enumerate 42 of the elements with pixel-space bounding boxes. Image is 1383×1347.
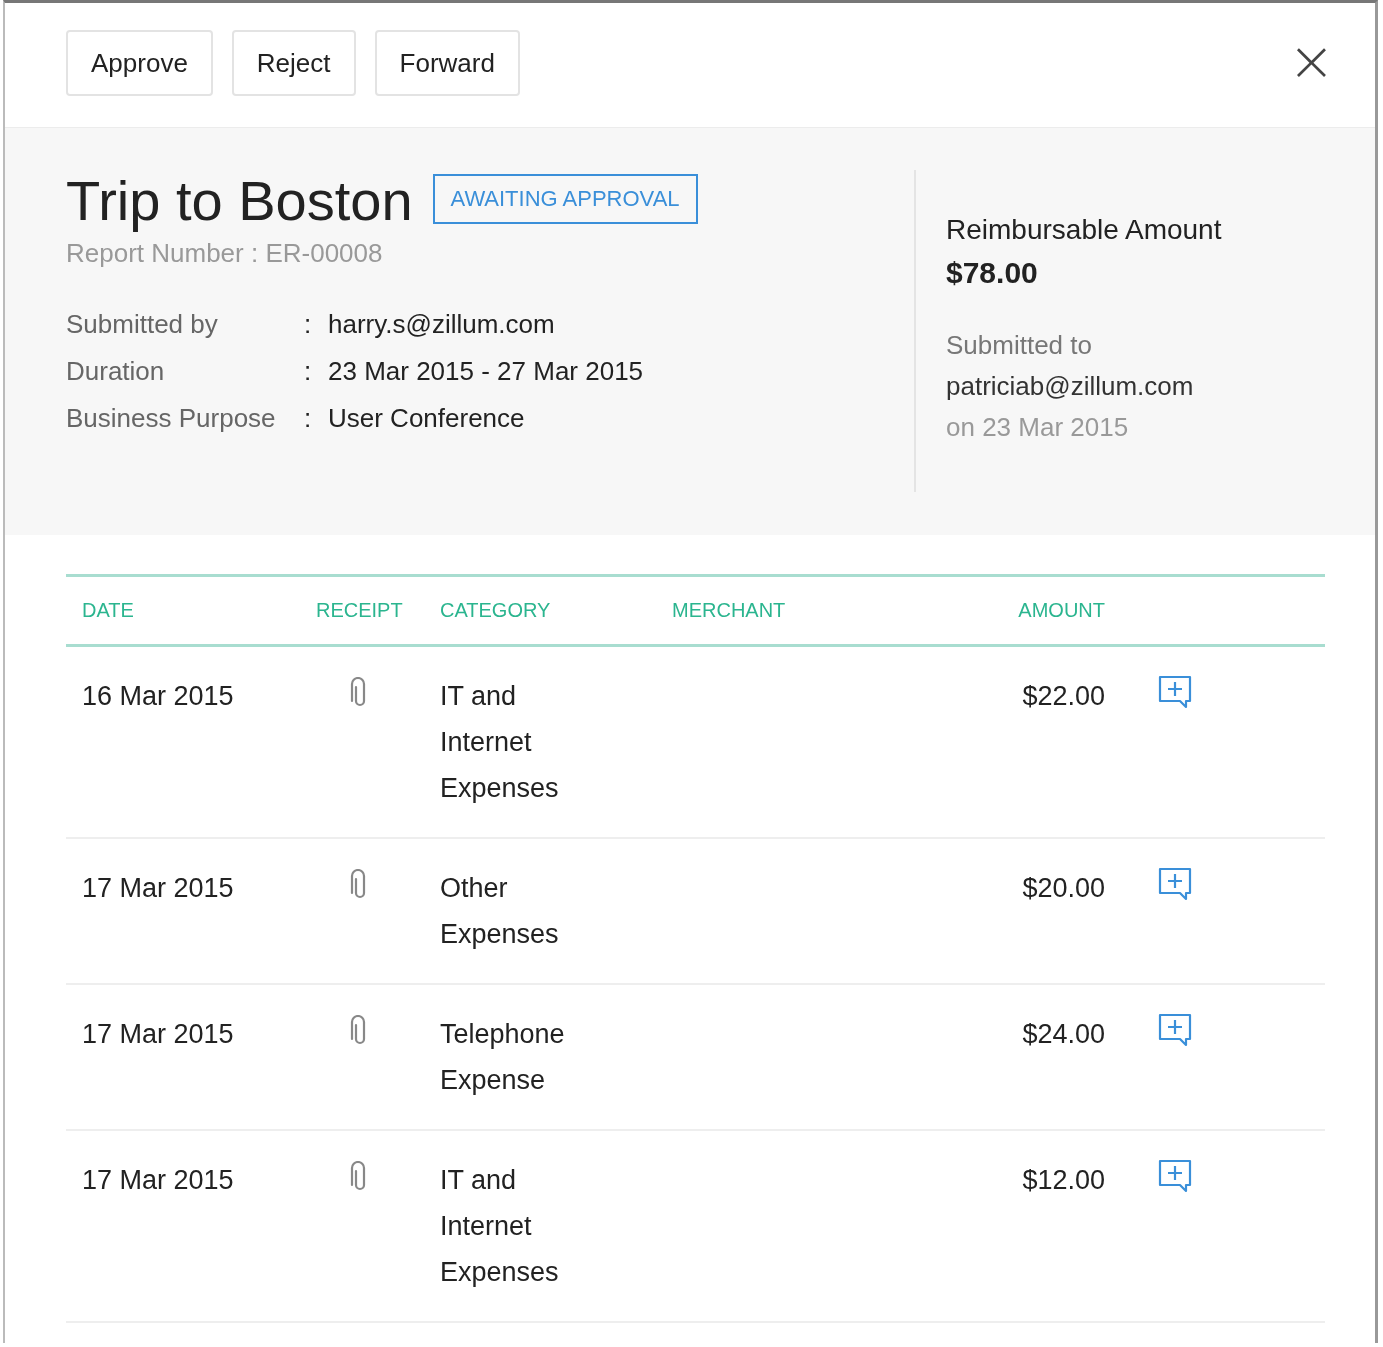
table-cell-text: $22.00 <box>1021 680 1105 713</box>
column-header: DATE <box>82 599 135 622</box>
action-button[interactable]: Approve <box>66 30 213 96</box>
detail-label: Business Purpose <box>66 402 277 434</box>
add-comment-icon[interactable] <box>1158 1013 1192 1047</box>
report-title: Trip to Boston <box>66 170 413 232</box>
amount-label: Reimbursable Amount <box>946 214 1222 246</box>
amount-value: $78.00 <box>946 256 1039 290</box>
status-badge: AWAITING APPROVAL <box>432 173 698 224</box>
table-cell-text: Telephone Expense <box>440 1018 566 1097</box>
table-cell-text: IT and Internet Expenses <box>440 1164 560 1289</box>
add-comment-icon[interactable] <box>1158 867 1192 901</box>
separator: : <box>304 355 313 387</box>
submitted-date: on 23 Mar 2015 <box>946 412 1130 443</box>
table-cell-text: 16 Mar 2015 <box>82 680 235 713</box>
table-cell-text: IT and Internet Expenses <box>440 680 560 805</box>
table-cell-text: 17 Mar 2015 <box>82 1164 235 1197</box>
report-number: Report Number : ER-00008 <box>66 237 384 269</box>
separator: : <box>304 308 313 340</box>
close-button[interactable]: × <box>1288 33 1335 89</box>
add-comment-icon[interactable] <box>1158 1159 1192 1193</box>
column-header: MERCHANT <box>672 599 787 622</box>
detail-value: harry.s@zillum.com <box>328 308 556 340</box>
detail-value: 23 Mar 2015 - 27 Mar 2015 <box>328 355 645 387</box>
submitted-label: Submitted to <box>946 330 1093 361</box>
action-button[interactable]: Reject <box>231 30 356 96</box>
column-header: RECEIPT <box>316 599 404 622</box>
table-cell-text: $12.00 <box>1021 1164 1105 1197</box>
detail-label: Duration <box>66 355 166 387</box>
column-header: AMOUNT <box>1017 599 1105 622</box>
submitted-email: patriciab@zillum.com <box>946 371 1195 402</box>
table-cell-text: $24.00 <box>1021 1018 1105 1051</box>
detail-label: Submitted by <box>66 308 219 340</box>
table-cell-text: Other Expenses <box>440 872 560 951</box>
action-button[interactable]: Forward <box>374 30 520 96</box>
table-cell-text: 17 Mar 2015 <box>82 872 235 905</box>
column-header: CATEGORY <box>440 599 552 622</box>
add-comment-icon[interactable] <box>1158 675 1192 709</box>
table-cell-text: $20.00 <box>1021 872 1105 905</box>
table-cell-text: 17 Mar 2015 <box>82 1018 235 1051</box>
separator: : <box>304 402 313 434</box>
detail-value: User Conference <box>328 402 526 434</box>
